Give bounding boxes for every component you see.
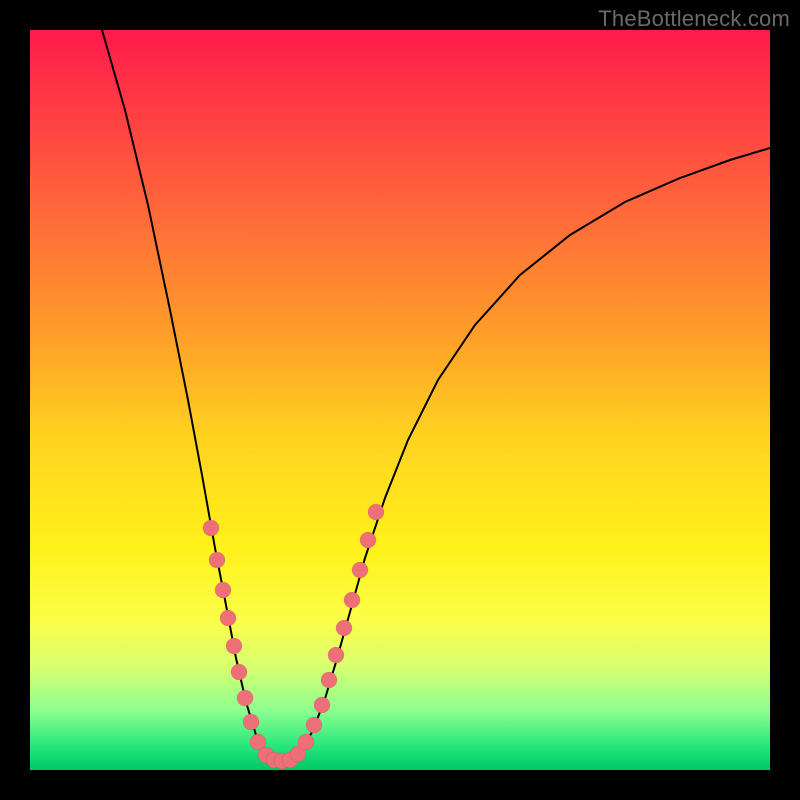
- chart-svg: [30, 30, 770, 770]
- data-dot: [306, 717, 322, 733]
- data-dot: [321, 672, 337, 688]
- data-dot: [344, 592, 360, 608]
- data-dot: [360, 532, 376, 548]
- data-dots: [203, 504, 384, 769]
- data-dot: [237, 690, 253, 706]
- data-dot: [352, 562, 368, 578]
- data-dot: [314, 697, 330, 713]
- curve-left: [102, 30, 282, 761]
- data-dot: [336, 620, 352, 636]
- data-dot: [368, 504, 384, 520]
- curve-right: [282, 148, 770, 761]
- data-dot: [226, 638, 242, 654]
- data-dot: [243, 714, 259, 730]
- chart-area: [30, 30, 770, 770]
- data-dot: [209, 552, 225, 568]
- data-dot: [231, 664, 247, 680]
- data-dot: [220, 610, 236, 626]
- data-dot: [203, 520, 219, 536]
- data-dot: [328, 647, 344, 663]
- watermark-text: TheBottleneck.com: [598, 6, 790, 32]
- data-dot: [215, 582, 231, 598]
- data-dot: [298, 734, 314, 750]
